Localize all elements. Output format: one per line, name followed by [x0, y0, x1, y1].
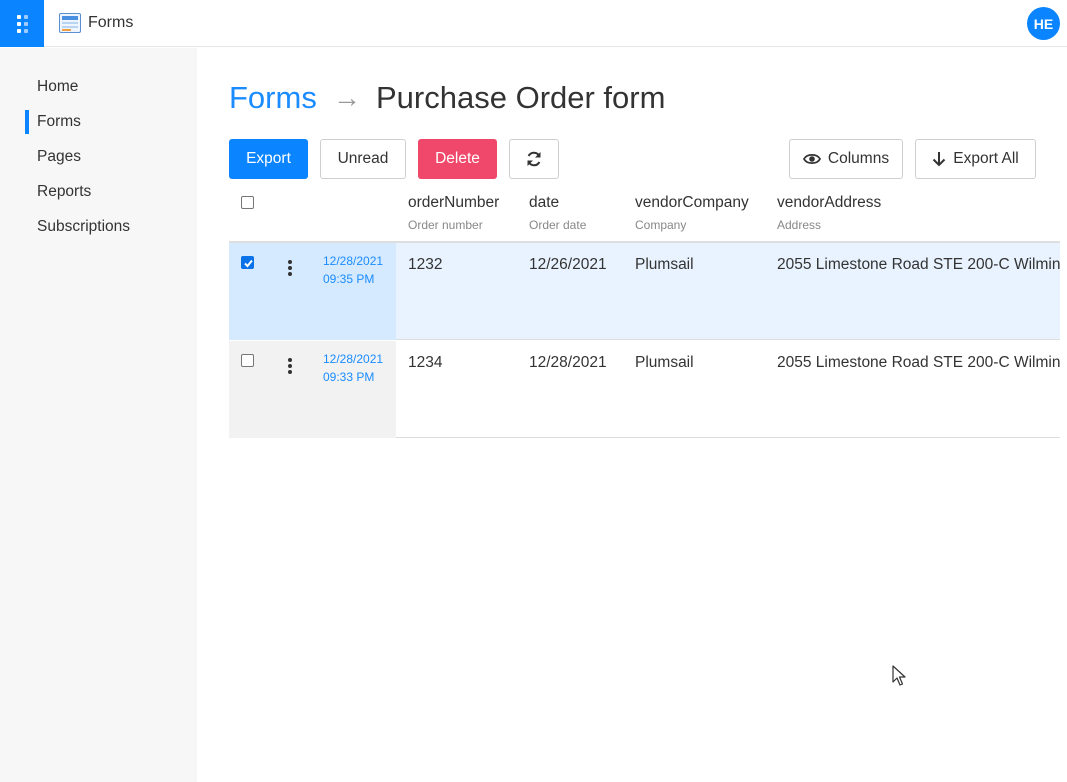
columns-button-label: Columns	[827, 150, 890, 167]
sidebar-item-forms[interactable]: Forms	[37, 113, 81, 131]
cell-vendoraddress: 2055 Limestone Road STE 200-C Wilmington	[777, 354, 1060, 371]
grid-dots-icon	[16, 14, 28, 33]
table-row[interactable]: 12/28/2021 09:33 PM 1234 12/28/2021 Plum…	[229, 341, 1060, 438]
eye-icon	[802, 153, 821, 165]
column-header-ordernumber[interactable]: orderNumber	[408, 194, 499, 212]
column-header-vendoraddress[interactable]: vendorAddress	[777, 194, 881, 212]
row-actions-menu-icon[interactable]	[286, 358, 294, 376]
submitted-time[interactable]: 09:35 PM	[323, 272, 374, 286]
column-header-vendorcompany[interactable]: vendorCompany	[635, 194, 749, 212]
cell-ordernumber: 1234	[408, 354, 443, 371]
select-all-checkbox[interactable]	[241, 196, 254, 209]
checkmark-icon	[244, 259, 253, 268]
delete-button-label: Delete	[435, 150, 480, 167]
unread-button[interactable]: Unread	[320, 139, 406, 179]
column-subtitle-date: Order date	[529, 218, 587, 232]
export-button[interactable]: Export	[229, 139, 308, 179]
row-actions-menu-icon[interactable]	[286, 260, 294, 278]
refresh-icon	[527, 151, 541, 167]
refresh-button[interactable]	[509, 139, 559, 179]
column-header-date[interactable]: date	[529, 194, 559, 212]
sidebar-item-home[interactable]: Home	[37, 78, 78, 96]
cell-date: 12/26/2021	[529, 256, 607, 273]
arrow-down-icon	[933, 152, 946, 167]
delete-button[interactable]: Delete	[418, 139, 497, 179]
cell-date: 12/28/2021	[529, 354, 607, 371]
table-row[interactable]: 12/28/2021 09:35 PM 1232 12/26/2021 Plum…	[229, 243, 1060, 340]
app-launcher-button[interactable]	[0, 0, 44, 47]
sidebar-item-subscriptions[interactable]: Subscriptions	[37, 218, 130, 236]
cell-vendorcompany: Plumsail	[635, 256, 694, 273]
forms-app-icon	[59, 13, 81, 33]
column-subtitle-vendoraddress: Address	[777, 218, 822, 232]
cell-ordernumber: 1232	[408, 256, 443, 273]
user-avatar[interactable]: HE	[1027, 7, 1060, 40]
sidebar-item-reports[interactable]: Reports	[37, 183, 91, 201]
column-subtitle-ordernumber: Order number	[408, 218, 483, 232]
submitted-time[interactable]: 09:33 PM	[323, 370, 374, 384]
column-subtitle-vendorcompany: Company	[635, 218, 687, 232]
cell-vendorcompany: Plumsail	[635, 354, 694, 371]
mouse-cursor-icon	[892, 665, 906, 686]
top-bar: Forms HE	[0, 0, 1067, 47]
columns-button[interactable]: Columns	[789, 139, 903, 179]
row-checkbox[interactable]	[241, 256, 254, 269]
export-all-button[interactable]: Export All	[915, 139, 1036, 179]
cell-vendoraddress: 2055 Limestone Road STE 200-C Wilmington	[777, 256, 1060, 273]
export-button-label: Export	[246, 150, 291, 167]
app-title: Forms	[88, 14, 134, 31]
sidebar-active-indicator	[25, 110, 29, 134]
unread-button-label: Unread	[337, 150, 389, 167]
export-all-button-label: Export All	[953, 150, 1019, 167]
breadcrumb-forms-link[interactable]: Forms	[229, 80, 317, 116]
submitted-date[interactable]: 12/28/2021	[323, 352, 383, 366]
page-title: Purchase Order form	[376, 80, 666, 115]
sidebar: Home Forms Pages Reports Subscriptions	[0, 48, 197, 782]
submitted-date[interactable]: 12/28/2021	[323, 254, 383, 268]
sidebar-item-pages[interactable]: Pages	[37, 148, 81, 166]
breadcrumb-separator: →	[333, 82, 361, 113]
row-checkbox[interactable]	[241, 354, 254, 367]
